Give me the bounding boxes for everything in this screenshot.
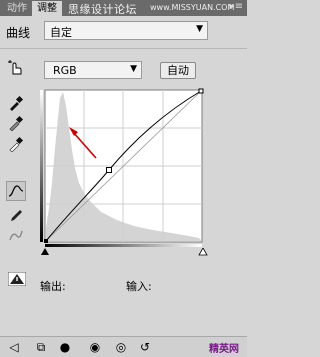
reset-icon[interactable]: ↺ xyxy=(137,339,153,355)
tab-actions[interactable]: 动作 xyxy=(2,1,32,16)
pencil-icon[interactable] xyxy=(8,207,24,223)
output-gradient-bar xyxy=(40,90,43,242)
curve-point-black xyxy=(44,239,48,243)
curve-point-mid xyxy=(106,167,112,173)
white-point-slider xyxy=(198,248,208,256)
channel-value: RGB xyxy=(53,64,77,77)
preset-select[interactable]: 自定 ▼ xyxy=(44,21,208,40)
view-previous-icon[interactable]: ◎ xyxy=(113,339,129,355)
output-label: 输出: xyxy=(40,280,66,293)
input-sliders[interactable] xyxy=(41,248,211,256)
expand-view-icon[interactable]: ⧉ xyxy=(33,339,49,355)
preset-value: 自定 xyxy=(50,26,72,39)
clip-layer-icon[interactable]: ● xyxy=(57,339,73,355)
panel-menu-icon[interactable]: ▸≡ xyxy=(230,1,243,12)
curve-point-tool-icon[interactable] xyxy=(6,181,26,201)
divider xyxy=(0,48,247,49)
back-arrow-icon[interactable]: ◁ xyxy=(6,339,22,355)
bottom-toolbar: ◁ ⧉ ● ◉ ◎ ↺ 精英网 xyxy=(0,336,247,357)
curve-graph[interactable] xyxy=(39,88,207,248)
black-eyedropper-icon[interactable] xyxy=(8,95,24,111)
curves-title: 曲线 xyxy=(6,26,31,40)
channel-select[interactable]: RGB ▼ xyxy=(44,61,142,79)
curve-point-white xyxy=(198,88,204,94)
watermark-text: 思缘设计论坛 xyxy=(68,3,137,16)
smooth-icon[interactable] xyxy=(8,227,24,243)
chevron-down-icon: ▼ xyxy=(196,24,203,34)
gray-eyedropper-icon[interactable] xyxy=(8,115,24,132)
input-label: 输入: xyxy=(126,280,152,293)
auto-button[interactable]: 自动 xyxy=(160,62,196,79)
clipping-warning-icon[interactable] xyxy=(8,272,26,286)
white-eyedropper-icon[interactable] xyxy=(8,136,24,153)
input-gradient-bar xyxy=(45,244,202,247)
chevron-down-icon: ▼ xyxy=(130,64,137,74)
tab-adjustments[interactable]: 调整 xyxy=(32,1,62,16)
visibility-eye-icon[interactable]: ◉ xyxy=(87,339,103,355)
pointer-hand-icon[interactable] xyxy=(8,60,24,76)
site-logo: 精英网 xyxy=(209,344,239,355)
watermark-url: www.MISSYUAN.COM xyxy=(150,3,235,12)
panel-tab-bar: 动作 调整 蒙版 思缘设计论坛 www.MISSYUAN.COM ▸≡ xyxy=(0,0,247,16)
black-point-slider xyxy=(41,248,49,255)
